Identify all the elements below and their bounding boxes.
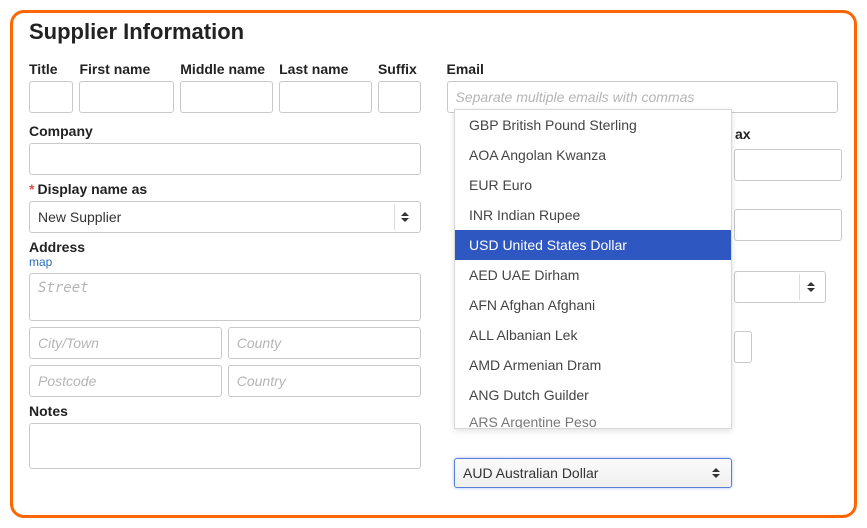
hidden-input-edge[interactable] (734, 331, 752, 363)
notes-input[interactable] (29, 423, 421, 469)
currency-option[interactable]: ARS Argentine Peso (455, 410, 731, 428)
suffix-input[interactable] (378, 81, 421, 113)
hidden-input-partial[interactable] (734, 209, 842, 241)
currency-select[interactable]: AUD Australian Dollar (454, 458, 732, 488)
postcode-input[interactable] (29, 365, 222, 397)
chevron-updown-icon (394, 204, 416, 230)
label-display-name: Display name as (29, 181, 421, 197)
middle-name-input[interactable] (180, 81, 273, 113)
currency-option[interactable]: AMD Armenian Dram (455, 350, 731, 380)
title-input[interactable] (29, 81, 73, 113)
currency-option[interactable]: INR Indian Rupee (455, 200, 731, 230)
label-last-name: Last name (279, 61, 372, 77)
page-title: Supplier Information (29, 19, 838, 45)
label-notes: Notes (29, 403, 421, 419)
currency-option[interactable]: EUR Euro (455, 170, 731, 200)
currency-select-value: AUD Australian Dollar (463, 465, 598, 481)
county-input[interactable] (228, 327, 421, 359)
currency-option[interactable]: ANG Dutch Guilder (455, 380, 731, 410)
display-name-value: New Supplier (38, 209, 121, 225)
country-input[interactable] (228, 365, 421, 397)
currency-option[interactable]: AOA Angolan Kwanza (455, 140, 731, 170)
chevron-updown-icon (705, 460, 727, 486)
map-link[interactable]: map (29, 255, 421, 269)
currency-option[interactable]: ALL Albanian Lek (455, 320, 731, 350)
city-input[interactable] (29, 327, 222, 359)
currency-option[interactable]: AFN Afghan Afghani (455, 290, 731, 320)
hidden-select-partial[interactable] (734, 271, 826, 303)
label-email: Email (447, 61, 839, 77)
label-address: Address (29, 239, 421, 255)
company-input[interactable] (29, 143, 421, 175)
currency-option[interactable]: GBP British Pound Sterling (455, 110, 731, 140)
label-title: Title (29, 61, 73, 77)
fax-input-partial[interactable] (734, 149, 842, 181)
currency-dropdown-list[interactable]: GBP British Pound SterlingAOA Angolan Kw… (454, 109, 732, 429)
first-name-input[interactable] (79, 81, 174, 113)
label-first-name: First name (79, 61, 174, 77)
street-input[interactable] (29, 273, 421, 321)
currency-option[interactable]: AED UAE Dirham (455, 260, 731, 290)
label-company: Company (29, 123, 421, 139)
label-middle-name: Middle name (180, 61, 273, 77)
chevron-updown-icon (799, 274, 821, 300)
label-fax-partial: ax (735, 126, 751, 142)
supplier-info-panel: Supplier Information Title First name Mi… (10, 10, 857, 518)
currency-option[interactable]: USD United States Dollar (455, 230, 731, 260)
label-suffix: Suffix (378, 61, 421, 77)
last-name-input[interactable] (279, 81, 372, 113)
left-column: Title First name Middle name Last name S… (29, 55, 421, 469)
display-name-select[interactable]: New Supplier (29, 201, 421, 233)
